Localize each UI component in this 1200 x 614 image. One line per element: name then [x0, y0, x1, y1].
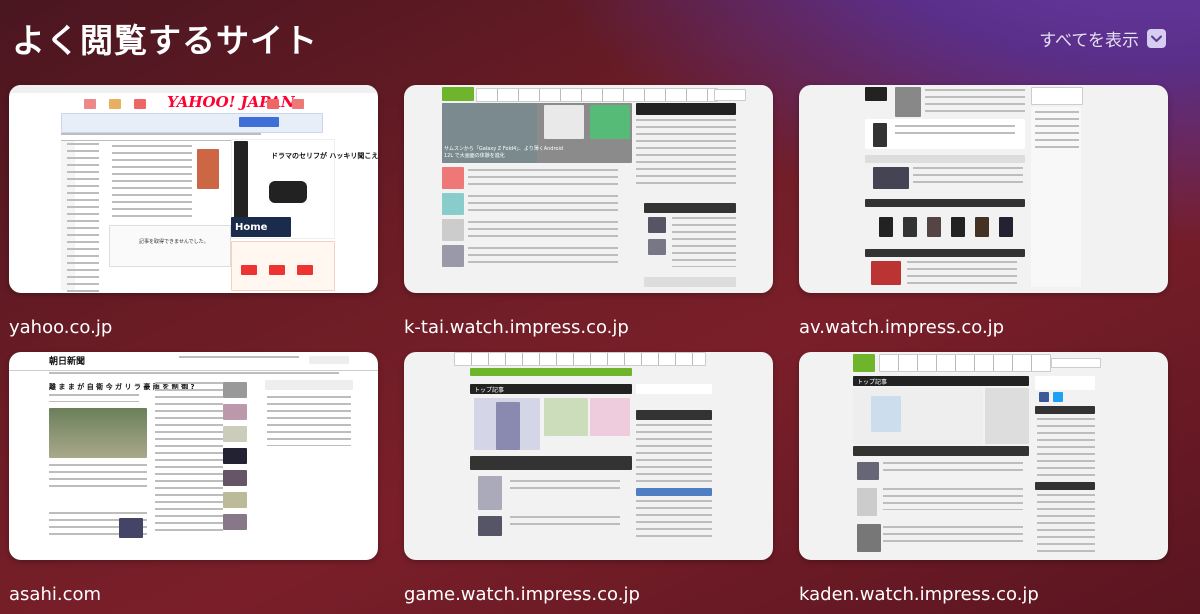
site-tile-yahoo[interactable]: YAHOO! JAPAN 記事を取得できませんでした。 ドラマのセリフが ハッキ…: [9, 85, 378, 338]
section-title: トップ記事: [857, 379, 888, 386]
site-label: game.watch.impress.co.jp: [404, 584, 640, 605]
site-thumbnail[interactable]: トップ記事: [799, 352, 1168, 560]
page-title: よく閲覧するサイト: [12, 21, 318, 60]
site-thumbnail[interactable]: YAHOO! JAPAN 記事を取得できませんでした。 ドラマのセリフが ハッキ…: [9, 85, 378, 293]
chevron-down-icon: [1147, 29, 1166, 48]
notice-text: 記事を取得できませんでした。: [139, 239, 209, 245]
section-title: トップ記事: [474, 387, 505, 394]
site-tile-asahi[interactable]: 朝日新聞 離 ま ま が 自 衛 今 ガ リ ラ 豪 雨 を 制 御 ? asa…: [9, 352, 378, 605]
site-label: kaden.watch.impress.co.jp: [799, 584, 1039, 605]
site-label: yahoo.co.jp: [9, 317, 113, 338]
site-tile-kaden-watch[interactable]: トップ記事 kaden.watch.impress.co.jp: [799, 352, 1168, 605]
asahi-logo: 朝日新聞: [49, 357, 86, 367]
site-thumbnail[interactable]: 朝日新聞 離 ま ま が 自 衛 今 ガ リ ラ 豪 雨 を 制 御 ?: [9, 352, 378, 560]
site-tile-game-watch[interactable]: トップ記事 game.watch.impress.co.jp: [404, 352, 773, 605]
headline-text: サムスンから「Galaxy Z Fold4」、より薄くAndroid 12L で…: [444, 146, 564, 159]
site-tile-k-tai[interactable]: サムスンから「Galaxy Z Fold4」、より薄くAndroid 12L で…: [404, 85, 773, 338]
site-tile-av-watch[interactable]: av.watch.impress.co.jp: [799, 85, 1168, 338]
site-label: asahi.com: [9, 584, 102, 605]
show-all-label: すべてを表示: [1039, 31, 1139, 51]
promo-footer: Home: [235, 222, 268, 233]
site-thumbnail[interactable]: [799, 85, 1168, 293]
show-all-button[interactable]: すべてを表示: [1039, 26, 1166, 51]
promo-text: ドラマのセリフが ハッキリ聞こえる: [271, 152, 378, 160]
site-label: av.watch.impress.co.jp: [799, 317, 1005, 338]
site-thumbnail[interactable]: トップ記事: [404, 352, 773, 560]
site-label: k-tai.watch.impress.co.jp: [404, 317, 629, 338]
site-thumbnail[interactable]: サムスンから「Galaxy Z Fold4」、より薄くAndroid 12L で…: [404, 85, 773, 293]
